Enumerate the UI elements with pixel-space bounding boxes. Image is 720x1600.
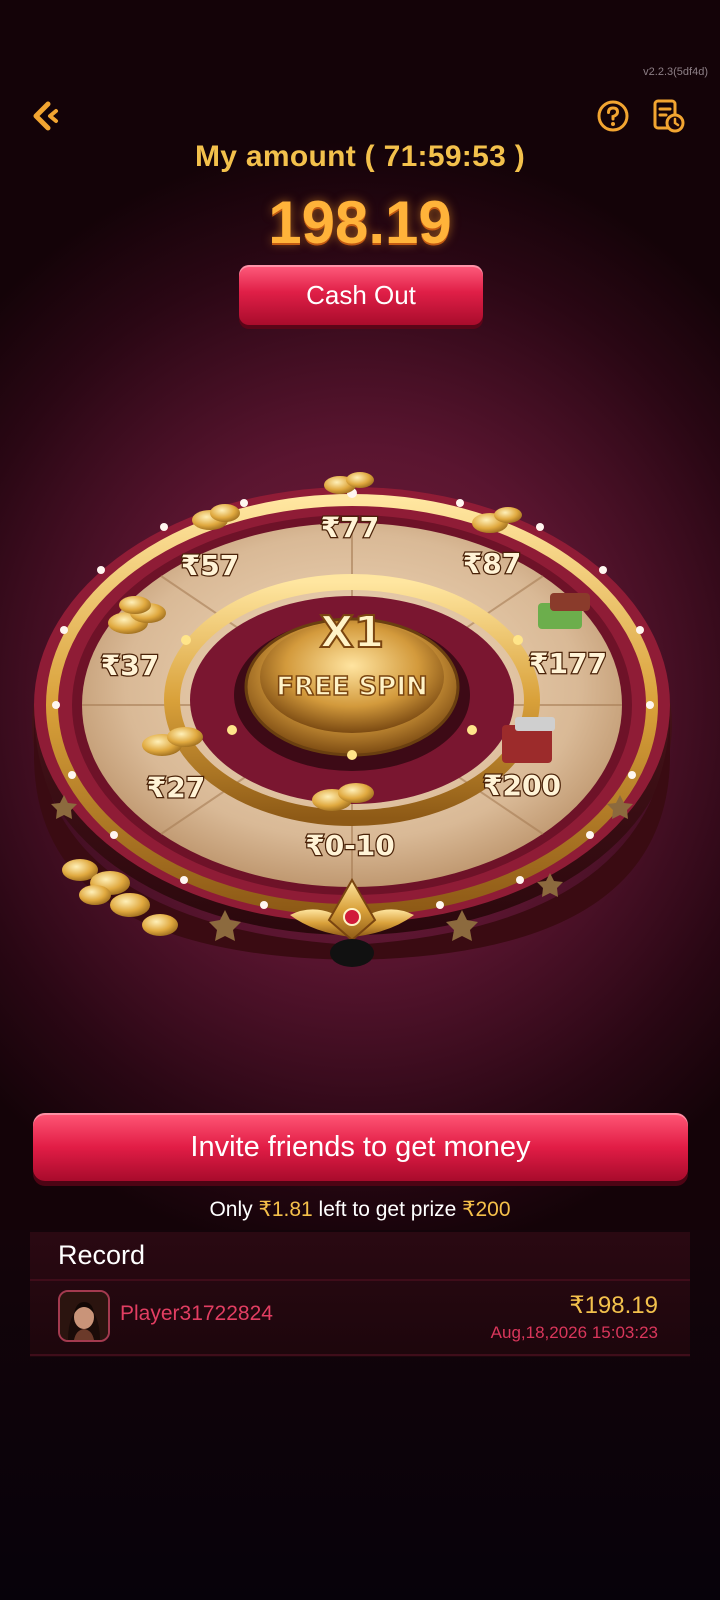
record-title: Record bbox=[58, 1240, 146, 1270]
prize-label: ₹27 bbox=[147, 771, 205, 804]
avatar-portrait-icon bbox=[60, 1292, 108, 1340]
cash-out-button[interactable]: Cash Out bbox=[239, 265, 483, 325]
progress-middle: left to get prize bbox=[318, 1198, 457, 1221]
question-circle-icon bbox=[597, 100, 629, 132]
prize-label: ₹37 bbox=[101, 649, 159, 682]
version-label: v2.2.3(5df4d) bbox=[643, 66, 708, 78]
prize-label: ₹87 bbox=[463, 547, 521, 580]
wheel-center-text: FREE SPIN bbox=[276, 672, 428, 702]
avatar bbox=[58, 1290, 110, 1342]
remaining-amount: ₹1.81 bbox=[258, 1198, 313, 1221]
record-amount: ₹198.19 bbox=[569, 1292, 658, 1319]
wheel-multiplier: X1 bbox=[320, 607, 385, 658]
history-button[interactable] bbox=[648, 96, 688, 136]
record-time: Aug,18,2026 15:03:23 bbox=[490, 1323, 658, 1342]
help-button[interactable] bbox=[593, 96, 633, 136]
history-document-icon bbox=[653, 99, 685, 133]
prize-label: ₹200 bbox=[483, 769, 561, 802]
prize-wheel[interactable]: X1 FREE SPIN ₹77 ₹87 ₹177 ₹200 ₹0-10 ₹27… bbox=[20, 455, 700, 1015]
my-amount-label: My amount ( 71:59:53 ) bbox=[194, 140, 525, 173]
prize-label: ₹0-10 bbox=[305, 829, 395, 862]
record-divider bbox=[30, 1354, 690, 1356]
my-amount-value: 198.19 bbox=[268, 189, 452, 256]
prize-progress-text: Only ₹1.81 left to get prize ₹200 bbox=[0, 1197, 720, 1222]
invite-friends-button[interactable]: Invite friends to get money bbox=[33, 1113, 688, 1181]
record-divider bbox=[30, 1279, 690, 1281]
progress-prefix: Only bbox=[209, 1198, 253, 1221]
player-name: Player31722824 bbox=[120, 1302, 273, 1325]
back-button[interactable] bbox=[26, 96, 66, 136]
back-arrow-icon bbox=[33, 101, 58, 131]
prize-label: ₹77 bbox=[321, 511, 379, 544]
prize-amount: ₹200 bbox=[462, 1198, 511, 1221]
prize-label: ₹177 bbox=[529, 647, 607, 680]
prize-label: ₹57 bbox=[181, 549, 239, 582]
